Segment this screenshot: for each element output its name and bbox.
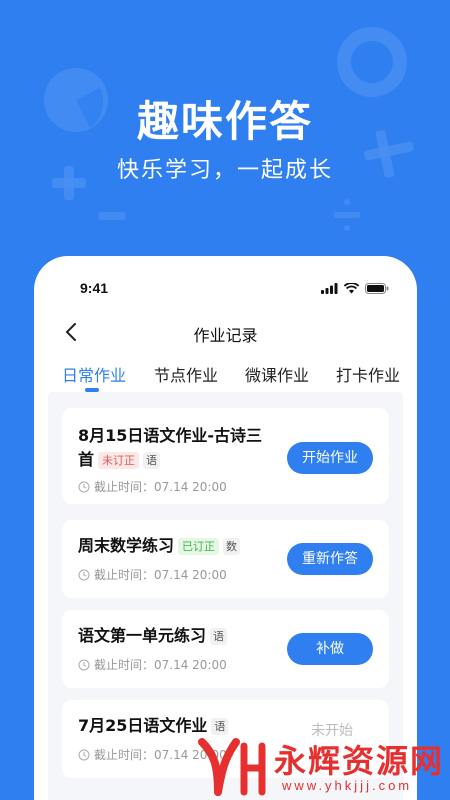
hero-title: 趣味作答: [136, 97, 313, 146]
watermark-text: 永辉资源网: [274, 742, 445, 780]
deadline-text: 截止时间：07.14 20:00: [94, 480, 227, 494]
clock-icon: [78, 481, 90, 492]
homework-title-text: 语文第一单元练习: [78, 626, 207, 645]
deadline: 截止时间：07.14 20:00: [78, 478, 227, 495]
homework-card[interactable]: 周末数学练习 已订正数 截止时间：07.14 20:00 重新作答: [62, 520, 389, 598]
start-homework-button[interactable]: 开始作业: [287, 442, 373, 474]
subject-tag: 语: [143, 452, 161, 469]
signal-icon: [321, 283, 338, 294]
deadline: 截止时间：07.14 20:00: [78, 656, 227, 673]
homework-title-text: 7月25日语文作业: [78, 716, 208, 735]
subject-tag: 语: [210, 628, 228, 645]
makeup-homework-button[interactable]: 补做: [287, 633, 373, 665]
homework-title: 8月15日语文作业-古诗三 首未订正语: [78, 424, 262, 472]
clock-icon: [78, 749, 90, 760]
clock-icon: [78, 569, 90, 580]
homework-title: 语文第一单元练习语: [78, 624, 228, 648]
deadline-text: 截止时间：07.14 20:00: [94, 568, 227, 582]
deadline: 截止时间：07.14 20:00: [78, 566, 227, 583]
homework-title: 周末数学练习 已订正数: [78, 534, 241, 558]
tab-microlesson-homework[interactable]: 微课作业: [245, 362, 309, 386]
homework-title-text: 周末数学练习: [78, 536, 175, 555]
homework-title-line1: 8月15日语文作业-古诗三: [78, 426, 263, 445]
phone-mockup: 9:41 作业记录 日常作业 节点作业 微课作业 打卡作业 8月15日语文作业-…: [34, 256, 417, 800]
homework-title: 7月25日语文作业语: [78, 714, 229, 738]
watermark: 永辉资源网 www.yhkjjj.com: [196, 736, 450, 800]
battery-icon: [365, 283, 389, 294]
tab-checkin-homework[interactable]: 打卡作业: [336, 362, 400, 386]
watermark-url: www.yhkjjj.com: [282, 778, 413, 793]
wifi-icon: [344, 283, 359, 294]
tab-milestone-homework[interactable]: 节点作业: [154, 362, 218, 386]
subject-tag: 语: [211, 718, 229, 735]
status-badge: 已订正: [178, 538, 220, 555]
status-bar: 9:41: [34, 280, 417, 302]
page-title: 作业记录: [193, 326, 258, 345]
status-badge: 未订正: [98, 452, 140, 469]
watermark-logo: [198, 738, 266, 796]
subject-tag: 数: [223, 538, 241, 555]
status-icons: [321, 283, 389, 294]
clock-icon: [78, 659, 90, 670]
deadline-text: 截止时间：07.14 20:00: [94, 658, 227, 672]
redo-homework-button[interactable]: 重新作答: [287, 543, 373, 575]
tab-daily-homework[interactable]: 日常作业: [62, 362, 126, 386]
hero-subtitle: 快乐学习，一起成长: [116, 158, 333, 183]
status-time: 9:41: [80, 280, 109, 296]
homework-card[interactable]: 8月15日语文作业-古诗三 首未订正语 截止时间：07.14 20:00 开始作…: [62, 408, 389, 504]
nav-bar: 作业记录: [34, 318, 417, 348]
homework-card[interactable]: 语文第一单元练习语 截止时间：07.14 20:00 补做: [62, 610, 389, 688]
homework-title-line2: 首: [78, 450, 95, 469]
